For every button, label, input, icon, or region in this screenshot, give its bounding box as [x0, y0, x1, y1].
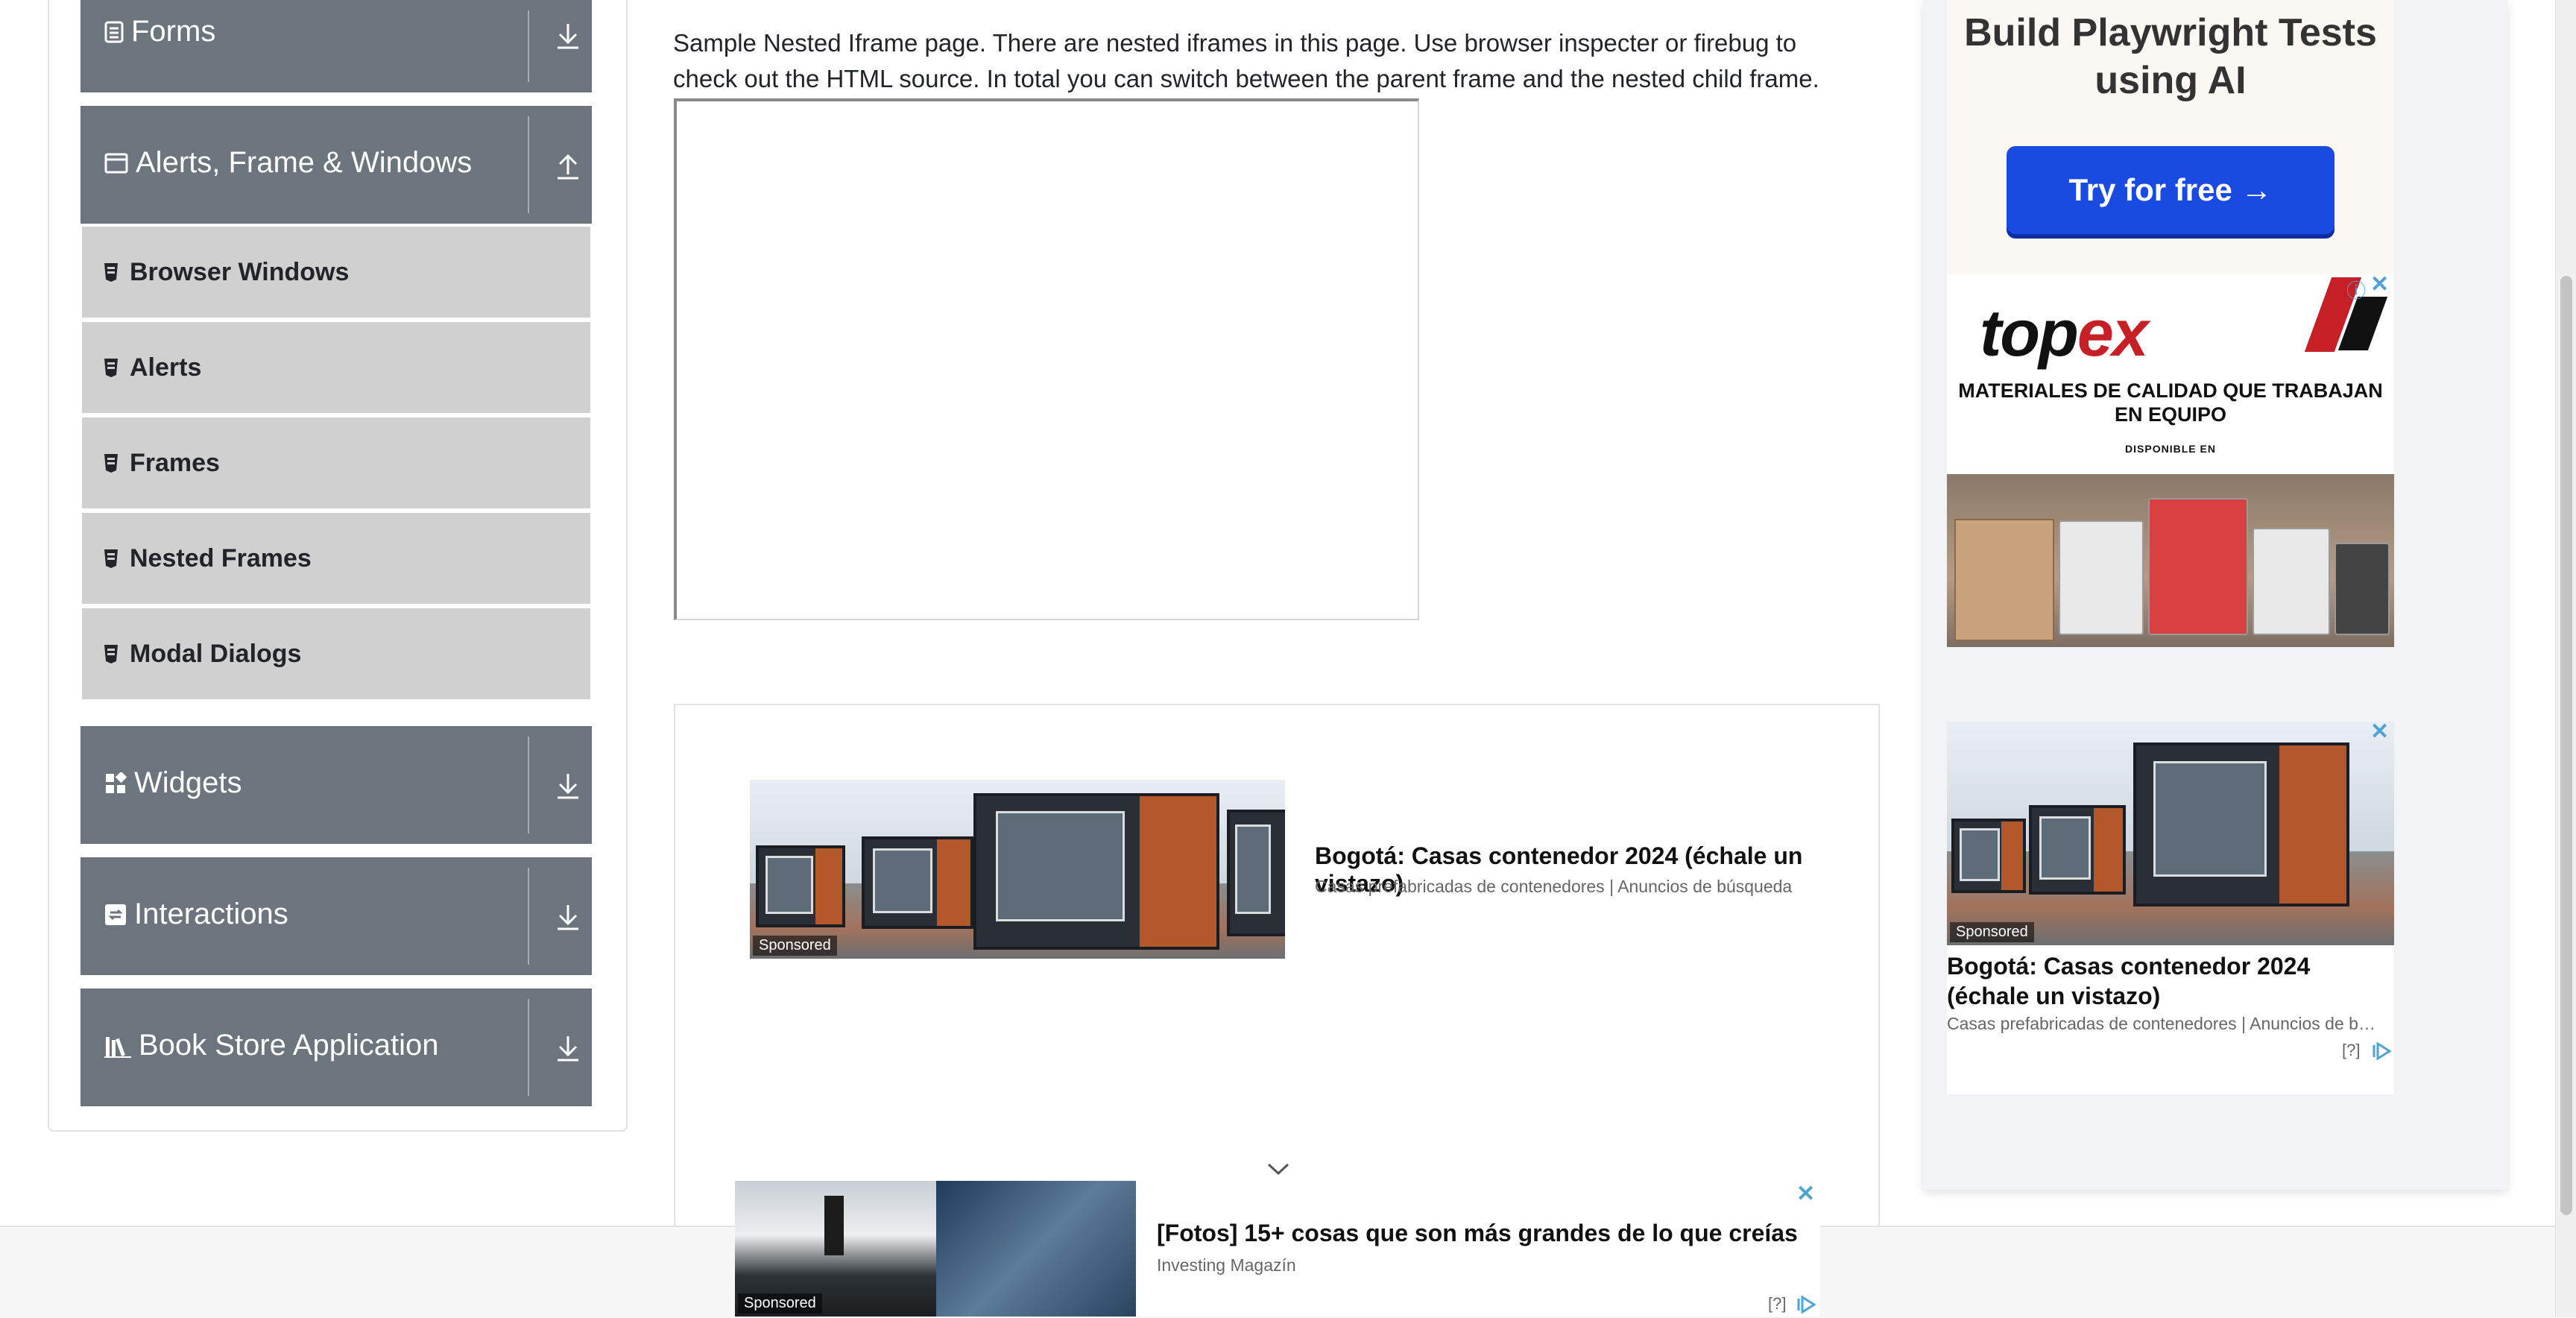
- topex-ad[interactable]: topex MATERIALES DE CALIDAD QUE TRABAJAN…: [1947, 274, 2394, 647]
- sidebar-item-label: Modal Dialogs: [130, 639, 302, 668]
- ad-headline[interactable]: Bogotá: Casas contenedor 2024 (échale un…: [1947, 951, 2364, 1011]
- download-icon[interactable]: [555, 771, 581, 801]
- sidebar-item-label: Browser Windows: [130, 257, 350, 286]
- chevron-down-icon[interactable]: [1266, 1160, 1291, 1178]
- list-item-icon: [104, 549, 118, 568]
- sidebar-group-label: Alerts, Frame & Windows: [136, 146, 473, 179]
- books-icon: [104, 1036, 131, 1058]
- download-icon[interactable]: [555, 1033, 581, 1063]
- upload-icon[interactable]: [555, 151, 581, 180]
- sponsored-label: Sponsored: [1950, 922, 2034, 942]
- window-icon: [104, 153, 128, 173]
- ad-help-link[interactable]: [?]: [2342, 1041, 2360, 1060]
- ad-source[interactable]: Investing Magazín: [1157, 1255, 1296, 1276]
- ad-tagline: MATERIALES DE CALIDAD QUE TRABAJAN EN EQ…: [1958, 379, 2383, 426]
- close-icon[interactable]: ✕: [2370, 719, 2389, 745]
- sponsored-label: Sponsored: [753, 936, 837, 956]
- sidebar-item-alerts[interactable]: Alerts: [82, 322, 590, 413]
- page-description: Sample Nested Iframe page. There are nes…: [673, 29, 1819, 92]
- sidebar-item-frames[interactable]: Frames: [82, 417, 590, 508]
- native-ad-right[interactable]: Sponsored Bogotá: Casas contenedor 2024 …: [1947, 722, 2394, 1094]
- ad-source[interactable]: Casas prefabricadas de contenedores | An…: [1315, 877, 1792, 897]
- bottom-sticky-ad[interactable]: Sponsored [Fotos] 15+ cosas que son más …: [735, 1181, 1820, 1317]
- adchoices-icon[interactable]: [1796, 1296, 1816, 1314]
- ad-source[interactable]: Casas prefabricadas de contenedores | An…: [1947, 1014, 2394, 1034]
- ad-headline[interactable]: [Fotos] 15+ cosas que son más grandes de…: [1157, 1220, 1798, 1247]
- sidebar-group-widgets[interactable]: Widgets: [80, 726, 592, 844]
- sidebar-item-browser-windows[interactable]: Browser Windows: [82, 227, 590, 318]
- list-item-icon: [104, 263, 118, 282]
- sidebar-item-nested-frames[interactable]: Nested Frames: [82, 513, 590, 604]
- playwright-ad[interactable]: Build Playwright Tests using AI Try for …: [1947, 0, 2394, 276]
- sidebar-item-label: Alerts: [130, 353, 202, 382]
- sidebar-group-label: Interactions: [134, 898, 288, 930]
- sidebar-item-label: Nested Frames: [130, 543, 312, 573]
- ad-image[interactable]: Sponsored: [750, 780, 1285, 959]
- sidebar-group-label: Widgets: [134, 766, 242, 799]
- close-icon[interactable]: ✕: [2370, 271, 2389, 297]
- widgets-icon: [106, 772, 127, 793]
- adchoices-icon[interactable]: [2372, 1042, 2391, 1060]
- scrollbar-thumb[interactable]: [2560, 276, 2572, 1215]
- info-icon[interactable]: ⓘ: [2346, 276, 2369, 302]
- sponsored-label: Sponsored: [738, 1293, 822, 1314]
- ad-headline: Build Playwright Tests using AI: [1964, 11, 2377, 102]
- ad-image: [1947, 474, 2394, 647]
- sidebar-group-alerts-frame-windows[interactable]: Alerts, Frame & Windows: [80, 106, 592, 224]
- ad-help-link[interactable]: [?]: [1768, 1294, 1786, 1314]
- close-icon[interactable]: ✕: [1796, 1181, 1815, 1207]
- interactions-icon: [105, 904, 126, 925]
- ad-image[interactable]: Sponsored: [735, 1181, 1136, 1317]
- download-icon[interactable]: [555, 21, 581, 51]
- ad-image[interactable]: Sponsored: [1947, 722, 2394, 945]
- page-scrollbar[interactable]: [2555, 0, 2576, 1317]
- form-icon: [104, 21, 124, 42]
- sidebar-item-label: Frames: [130, 448, 220, 477]
- topex-logo: topex: [1980, 296, 2149, 370]
- parent-iframe[interactable]: [674, 98, 1419, 620]
- sidebar-group-label: Forms: [131, 15, 216, 48]
- sidebar-group-label: Book Store Application: [139, 1029, 439, 1062]
- ad-availability: DISPONIBLE EN: [2125, 443, 2216, 455]
- sidebar-item-modal-dialogs[interactable]: Modal Dialogs: [82, 608, 590, 699]
- sidebar-group-book-store[interactable]: Book Store Application: [80, 988, 592, 1106]
- download-icon[interactable]: [555, 902, 581, 932]
- sidebar-group-forms[interactable]: Forms: [80, 0, 592, 92]
- try-for-free-button[interactable]: Try for free →: [2007, 146, 2334, 234]
- list-item-icon: [104, 454, 118, 473]
- list-item-icon: [104, 645, 118, 663]
- sidebar-group-interactions[interactable]: Interactions: [80, 857, 592, 975]
- list-item-icon: [104, 359, 118, 377]
